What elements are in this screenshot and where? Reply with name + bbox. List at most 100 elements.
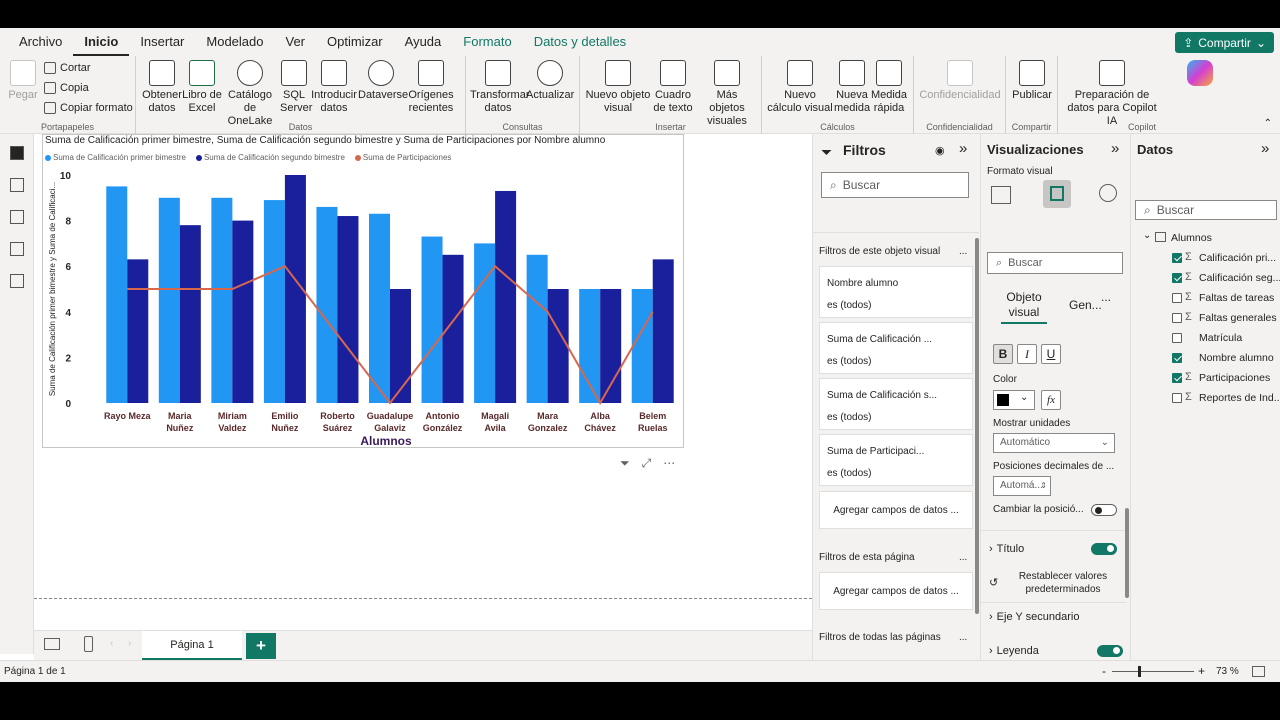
tab-general[interactable]: Gen... — [1069, 298, 1102, 313]
bar[interactable] — [369, 213, 390, 403]
focus-mode-icon[interactable]: ⤢ — [642, 456, 652, 471]
add-page-button[interactable]: + — [246, 633, 276, 659]
filter-card[interactable]: Suma de Participaci... es (todos) — [819, 434, 973, 486]
data-search-input[interactable]: ⌕ Buscar — [1135, 200, 1277, 220]
zoom-slider[interactable] — [1112, 671, 1194, 672]
color-picker[interactable]: ⌄ — [993, 390, 1035, 410]
copy-button[interactable]: Copia — [44, 82, 89, 94]
chevron-down-icon[interactable]: ⌄ — [1143, 230, 1151, 241]
bar[interactable] — [421, 236, 443, 403]
filter-card[interactable]: Suma de Calificación ... es (todos) — [819, 322, 973, 374]
conditional-format-button[interactable]: fx — [1041, 390, 1061, 410]
field-item[interactable]: Matrícula — [1199, 332, 1242, 344]
secondary-y-axis-section[interactable]: › Eje Y secundario — [989, 611, 1079, 623]
bar[interactable] — [106, 186, 128, 403]
bar[interactable] — [526, 254, 548, 403]
sql-server-button[interactable]: SQL Server — [280, 60, 312, 115]
field-checkbox[interactable] — [1172, 253, 1182, 263]
switch-position-toggle[interactable] — [1091, 504, 1117, 516]
bar[interactable] — [211, 197, 233, 403]
report-view-icon[interactable] — [10, 146, 24, 160]
chevron-left-icon[interactable]: ‹ — [110, 638, 113, 649]
italic-button[interactable]: I — [1017, 344, 1037, 364]
bar[interactable] — [263, 200, 285, 403]
prepare-copilot-button[interactable]: Preparación de datos para Copilot IA — [1062, 60, 1162, 128]
format-visual-icon[interactable] — [1043, 180, 1071, 208]
legend-toggle[interactable] — [1097, 645, 1123, 657]
bar[interactable] — [631, 289, 653, 403]
add-fields-visual[interactable]: Agregar campos de datos ... — [819, 491, 973, 529]
menu-datos-detalles[interactable]: Datos y detalles — [523, 28, 638, 56]
bar[interactable] — [547, 289, 569, 403]
collapse-pane-icon[interactable]: » — [1111, 140, 1119, 157]
desktop-layout-icon[interactable] — [44, 638, 60, 650]
add-fields-page[interactable]: Agregar campos de datos ... — [819, 572, 973, 610]
field-item[interactable]: Faltas de tareas — [1199, 292, 1274, 304]
zoom-in-button[interactable]: + — [1198, 664, 1205, 678]
build-visual-icon[interactable] — [991, 186, 1011, 204]
paste-button[interactable]: Pegar — [8, 60, 38, 102]
copilot-button[interactable] — [1182, 60, 1218, 89]
filters-scrollbar[interactable] — [975, 238, 979, 614]
menu-ver[interactable]: Ver — [275, 28, 317, 56]
field-checkbox[interactable] — [1172, 313, 1182, 323]
field-item[interactable]: Calificación seg... — [1199, 272, 1280, 284]
title-toggle[interactable] — [1091, 543, 1117, 555]
table-name[interactable]: Alumnos — [1171, 232, 1212, 244]
menu-archivo[interactable]: Archivo — [8, 28, 73, 56]
field-checkbox[interactable] — [1172, 333, 1182, 343]
viz-scrollbar[interactable] — [1125, 508, 1129, 598]
enter-data-button[interactable]: Introducir datos — [310, 60, 358, 115]
menu-formato[interactable]: Formato — [452, 28, 522, 56]
transform-data-button[interactable]: Transformar datos — [470, 60, 530, 115]
reset-defaults-button[interactable]: Restablecer valores predeterminados — [1011, 570, 1115, 596]
collapse-pane-icon[interactable]: » — [1261, 140, 1269, 157]
bar[interactable] — [495, 190, 517, 403]
filters-search-input[interactable]: ⌕ Buscar — [821, 172, 969, 198]
textbox-button[interactable]: Cuadro de texto — [648, 60, 698, 115]
field-checkbox[interactable] — [1172, 353, 1182, 363]
chevron-right-icon[interactable]: › — [128, 638, 131, 649]
collapse-pane-icon[interactable]: » — [959, 140, 967, 157]
excel-button[interactable]: Libro de Excel — [182, 60, 222, 115]
field-item[interactable]: Participaciones — [1199, 372, 1270, 384]
format-painter-button[interactable]: Copiar formato — [44, 102, 133, 114]
share-button[interactable]: ⇪ Compartir ⌄ — [1175, 32, 1274, 53]
field-item[interactable]: Reportes de Ind... — [1199, 392, 1280, 404]
dataverse-button[interactable]: Dataverse — [358, 60, 408, 102]
dax-query-icon[interactable] — [10, 242, 24, 256]
filter-card[interactable]: Suma de Calificación s... es (todos) — [819, 378, 973, 430]
refresh-button[interactable]: Actualizar — [526, 60, 574, 102]
more-options-icon[interactable]: ... — [1101, 290, 1111, 305]
filter-icon[interactable]: ⏷ — [620, 456, 630, 471]
more-options-icon[interactable]: ... — [959, 552, 967, 563]
menu-optimizar[interactable]: Optimizar — [316, 28, 394, 56]
new-visual-calc-button[interactable]: Nuevo cálculo visual — [766, 60, 834, 115]
new-visual-button[interactable]: Nuevo objeto visual — [584, 60, 652, 115]
report-canvas[interactable]: Suma de Calificación primer bimestre, Su… — [34, 134, 812, 634]
bar[interactable] — [390, 289, 411, 403]
fit-page-icon[interactable] — [1252, 666, 1265, 677]
bar[interactable] — [316, 206, 338, 403]
more-options-icon[interactable]: ... — [959, 246, 967, 257]
zoom-slider-thumb[interactable] — [1138, 666, 1141, 677]
filter-card[interactable]: Nombre alumno es (todos) — [819, 266, 973, 318]
publish-button[interactable]: Publicar — [1010, 60, 1054, 102]
new-measure-button[interactable]: Nueva medida — [834, 60, 870, 115]
table-view-icon[interactable] — [10, 178, 24, 192]
reset-icon[interactable]: ↺ — [989, 576, 998, 589]
bar[interactable] — [179, 225, 201, 403]
field-checkbox[interactable] — [1172, 393, 1182, 403]
underline-button[interactable]: U — [1041, 344, 1061, 364]
decimal-places-stepper[interactable]: Automá... ⇕ — [993, 476, 1051, 496]
viz-search-input[interactable]: ⌕ Buscar — [987, 252, 1123, 274]
field-item[interactable]: Calificación pri... — [1199, 252, 1276, 264]
bar[interactable] — [232, 220, 254, 403]
collapse-ribbon-icon[interactable]: ⌃ — [1264, 118, 1272, 129]
bar[interactable] — [127, 259, 149, 403]
page-tab[interactable]: Página 1 — [142, 631, 242, 661]
menu-inicio[interactable]: Inicio — [73, 28, 130, 56]
menu-ayuda[interactable]: Ayuda — [394, 28, 453, 56]
eye-icon[interactable]: ◉ — [935, 144, 945, 157]
field-checkbox[interactable] — [1172, 273, 1182, 283]
